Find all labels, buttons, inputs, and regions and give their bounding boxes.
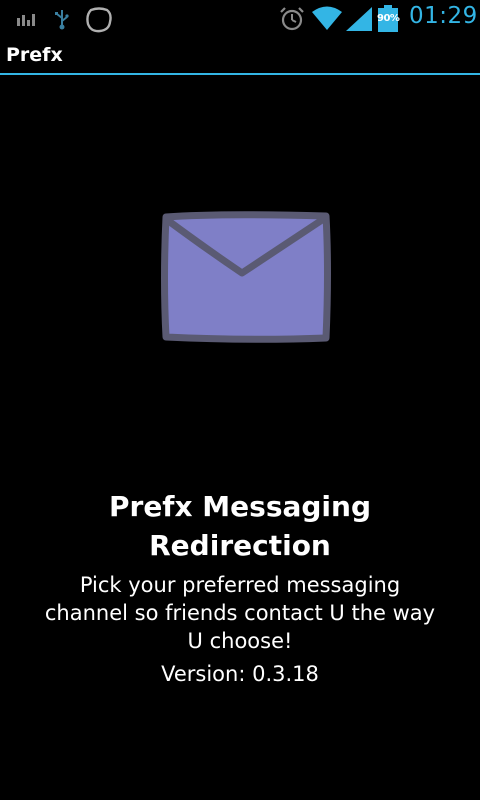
chart-icon <box>17 11 37 30</box>
app-name-heading: Prefx Messaging Redirection <box>108 490 371 562</box>
app-version: Version: 0.3.18 <box>161 662 319 686</box>
envelope-icon <box>160 210 332 348</box>
app-description: Pick your preferred messaging channel so… <box>44 573 436 653</box>
title-divider <box>0 73 480 75</box>
battery-percent: 90% <box>377 13 400 24</box>
alarm-icon <box>279 6 305 36</box>
usb-icon <box>55 8 69 34</box>
screen: 90% 01:29 Prefx Prefx Messaging Redirect… <box>0 0 480 800</box>
status-bar: 90% 01:29 <box>0 0 480 38</box>
app-notification-icon <box>85 6 113 38</box>
status-clock: 01:29 <box>409 3 478 29</box>
app-title: Prefx <box>6 44 63 66</box>
app-title-bar: Prefx <box>0 38 480 74</box>
wifi-icon <box>312 6 342 36</box>
signal-icon <box>346 7 372 35</box>
